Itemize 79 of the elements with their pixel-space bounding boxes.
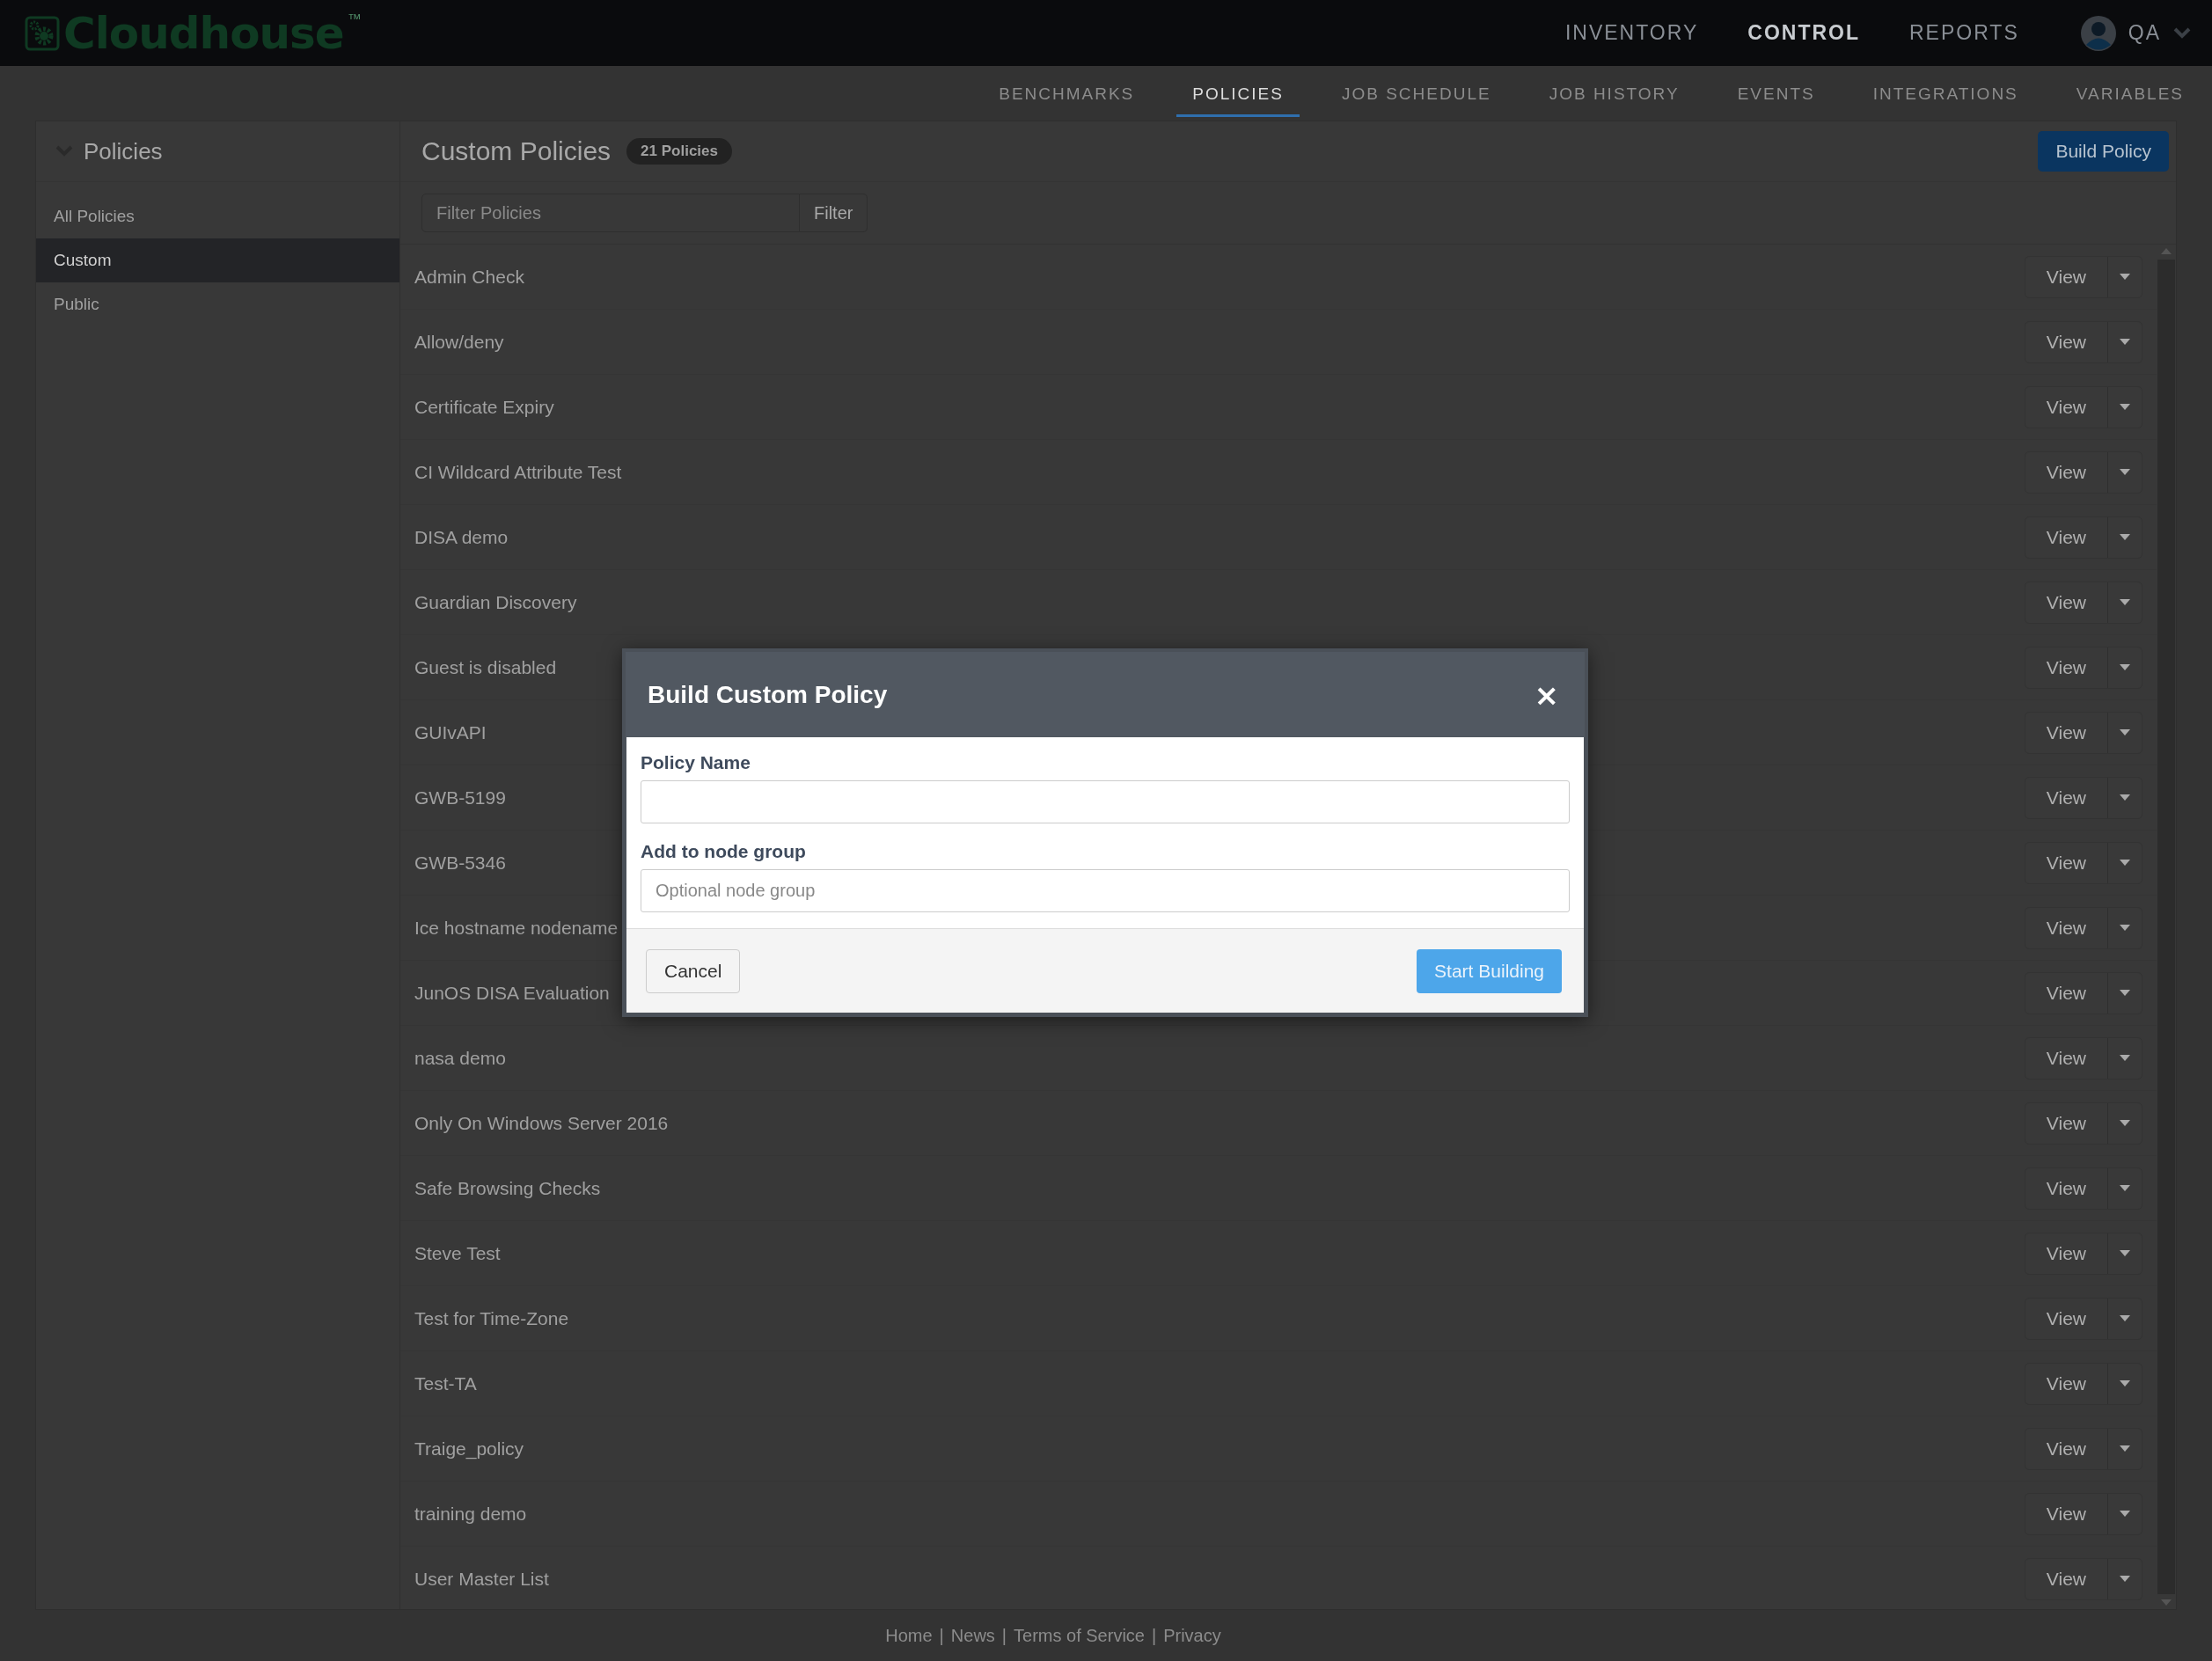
policy-name[interactable]: nasa demo (414, 1047, 506, 1069)
caret-icon (2120, 469, 2130, 475)
caret-icon (2120, 664, 2130, 670)
policy-name[interactable]: training demo (414, 1503, 527, 1525)
cancel-button[interactable]: Cancel (646, 948, 741, 993)
caret-icon (2120, 794, 2130, 801)
subnav-tab[interactable]: INTEGRATIONS (1857, 73, 2034, 117)
caret-icon (2120, 1380, 2130, 1387)
user-name[interactable]: QA (2128, 21, 2161, 45)
separator: | (1151, 1625, 1157, 1646)
footer-link[interactable]: Home (885, 1625, 933, 1646)
policy-name[interactable]: Test-TA (414, 1372, 477, 1394)
policy-name[interactable]: Safe Browsing Checks (414, 1177, 601, 1199)
build-policy-button[interactable]: Build Policy (2038, 131, 2169, 172)
caret-icon (2120, 599, 2130, 605)
policy-name[interactable]: Admin Check (414, 266, 524, 288)
nav-link[interactable]: CONTROL (1747, 21, 1860, 45)
filter-field[interactable]: Filter Policies (421, 194, 800, 232)
separator: | (1001, 1625, 1007, 1646)
footer-link[interactable]: Terms of Service (1014, 1625, 1145, 1646)
caret-icon (2120, 1185, 2130, 1191)
policy-name[interactable]: JunOS DISA Evaluation (414, 982, 610, 1004)
nav-link[interactable]: REPORTS (1909, 21, 2019, 45)
caret-icon (2120, 404, 2130, 410)
caret-icon (2120, 1055, 2130, 1061)
caret-icon (2120, 860, 2130, 866)
caret-icon (2120, 534, 2130, 540)
policy-name[interactable]: User Master List (414, 1568, 549, 1590)
caret-icon (2120, 1120, 2130, 1126)
caret-icon (2120, 990, 2130, 996)
caret-icon (2120, 729, 2130, 735)
sidebar-item[interactable]: Custom (36, 238, 399, 282)
field-label: Add to node group (641, 841, 807, 862)
panel-title: Custom Policies (421, 136, 612, 166)
field-label: Policy Name (641, 752, 751, 773)
caret-icon (2120, 925, 2130, 931)
subnav-tab[interactable]: JOB HISTORY (1533, 73, 1696, 117)
nav-link[interactable]: INVENTORY (1564, 21, 1699, 45)
policy-name[interactable]: Ice hostname nodename (414, 917, 619, 939)
policy-name[interactable]: Only On Windows Server 2016 (414, 1112, 669, 1134)
caret-icon (2120, 1250, 2130, 1256)
sidebar-item[interactable]: All Policies (36, 194, 399, 238)
footer-link[interactable]: News (950, 1625, 995, 1646)
trademark: ™ (347, 11, 362, 27)
policy-name[interactable]: Traige_policy (414, 1438, 524, 1460)
caret-icon (2120, 1576, 2130, 1582)
caret-icon (2120, 1445, 2130, 1452)
policy-name[interactable]: Certificate Expiry (414, 396, 554, 418)
subnav-tab[interactable]: JOB SCHEDULE (1325, 73, 1507, 117)
footer-link[interactable]: Privacy (1163, 1625, 1221, 1646)
sidebar-item[interactable]: Public (36, 282, 399, 326)
separator: | (939, 1625, 944, 1646)
policy-name[interactable]: Guest is disabled (414, 656, 557, 678)
caret-icon (2120, 339, 2130, 345)
input-field[interactable] (641, 780, 1570, 823)
dialog-title: Build Custom Policy (648, 680, 888, 709)
policy-name[interactable]: GUIvAPI (414, 721, 487, 743)
filter-button[interactable]: Filter (800, 194, 868, 232)
close-button[interactable]: × (1530, 679, 1563, 710)
caret-icon (2120, 1315, 2130, 1321)
gear-logo-icon (25, 15, 60, 51)
subnav-tab[interactable]: EVENTS (1721, 73, 1831, 117)
sidebar-title: Policies (84, 137, 163, 165)
policy-name[interactable]: Allow/deny (414, 331, 504, 353)
policy-name[interactable]: GWB-5346 (414, 852, 506, 874)
subnav-tab[interactable]: POLICIES (1176, 73, 1300, 117)
subnav-tab[interactable]: VARIABLES (2060, 73, 2200, 117)
caret-icon (2120, 1511, 2130, 1517)
policy-name[interactable]: GWB-5199 (414, 787, 506, 809)
caret-icon (2120, 274, 2130, 280)
policy-name[interactable]: CI Wildcard Attribute Test (414, 461, 622, 483)
count-badge: 21 Policies (626, 138, 732, 165)
policy-name[interactable]: Steve Test (414, 1242, 501, 1264)
policy-name[interactable]: Guardian Discovery (414, 591, 577, 613)
start-building-button[interactable]: Start Building (1417, 948, 1562, 993)
subnav-tab[interactable]: BENCHMARKS (983, 73, 1151, 117)
input-field[interactable]: Optional node group (641, 869, 1570, 912)
policy-name[interactable]: DISA demo (414, 526, 509, 548)
policy-name[interactable]: Test for Time-Zone (414, 1307, 569, 1329)
